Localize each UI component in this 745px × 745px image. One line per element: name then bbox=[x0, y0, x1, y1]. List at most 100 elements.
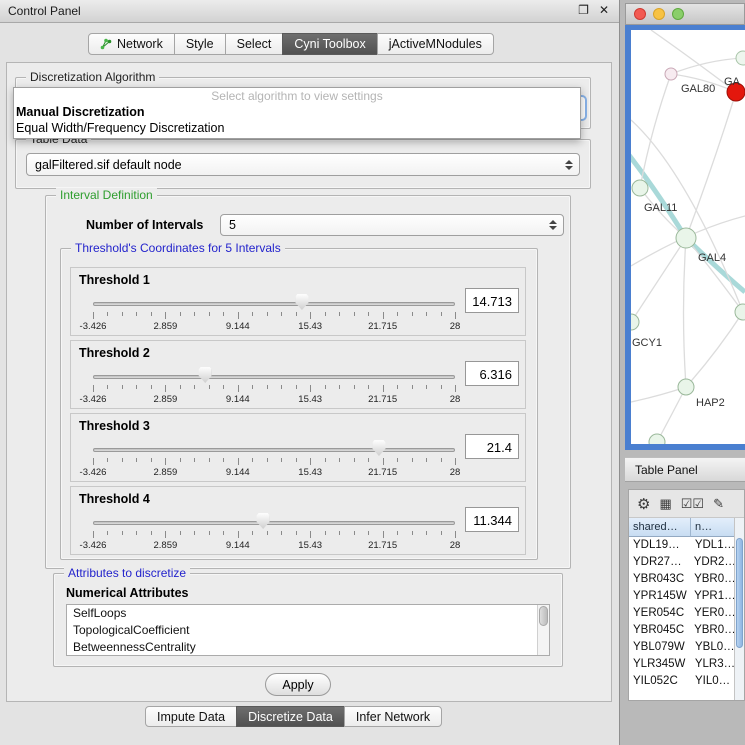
table-data-value: galFiltered.sif default node bbox=[27, 158, 182, 172]
table-row[interactable]: YIL052CYIL0… bbox=[629, 673, 735, 690]
top-tab-bar: NetworkStyleSelect Cyni Toolbox jActiveMNo… bbox=[88, 33, 494, 55]
tab-cyni-toolbox[interactable]: Cyni Toolbox bbox=[282, 33, 377, 55]
network-edge[interactable] bbox=[640, 74, 671, 188]
network-graph[interactable]: GAL80GAGAL11GAL4GCY1HAP2 bbox=[631, 30, 745, 444]
slider-track[interactable] bbox=[93, 521, 455, 525]
table-row[interactable]: YER054CYER0… bbox=[629, 605, 735, 622]
network-view-window: GAL80GAGAL11GAL4GCY1HAP2 bbox=[625, 3, 745, 450]
threshold-value-field[interactable]: 11.344 bbox=[465, 507, 519, 532]
table-row[interactable]: YDR27…YDR2… bbox=[629, 554, 735, 571]
network-node[interactable] bbox=[678, 379, 694, 395]
network-node[interactable] bbox=[632, 180, 648, 196]
tab-label: Impute Data bbox=[157, 710, 225, 724]
network-selected-frame: GAL80GAGAL11GAL4GCY1HAP2 bbox=[625, 25, 745, 450]
network-canvas[interactable]: GAL80GAGAL11GAL4GCY1HAP2 bbox=[631, 30, 745, 444]
close-icon[interactable]: ✕ bbox=[599, 3, 609, 17]
node-label: GAL4 bbox=[698, 252, 726, 264]
network-edge[interactable] bbox=[686, 238, 743, 312]
number-of-intervals-combobox[interactable]: 5 bbox=[220, 214, 564, 236]
tab-infer-network[interactable]: Infer Network bbox=[344, 706, 442, 727]
network-edge[interactable] bbox=[686, 92, 736, 238]
slider-track[interactable] bbox=[93, 302, 455, 306]
tab-label: Infer Network bbox=[356, 710, 430, 724]
columns-icon[interactable]: ▦ bbox=[659, 496, 671, 512]
table-cell: YDR2… bbox=[690, 554, 735, 571]
table-data-combobox[interactable]: galFiltered.sif default node bbox=[26, 153, 580, 176]
column-header[interactable]: shared… bbox=[629, 518, 691, 537]
float-window-icon[interactable]: ❐ bbox=[578, 3, 589, 17]
attributes-scrollbar[interactable] bbox=[537, 605, 549, 655]
network-node[interactable] bbox=[649, 434, 665, 444]
threshold-slider[interactable]: -3.4262.8599.14415.4321.71528 bbox=[93, 438, 455, 480]
table-cell: YDL19… bbox=[629, 537, 691, 554]
network-edge[interactable] bbox=[686, 238, 745, 292]
table-cell: YPR145W bbox=[629, 588, 690, 605]
network-node[interactable] bbox=[676, 228, 696, 248]
combo-stepper-icon bbox=[563, 154, 574, 175]
network-node[interactable] bbox=[735, 304, 745, 320]
network-edge[interactable] bbox=[631, 387, 686, 402]
table-row[interactable]: YBR043CYBR0… bbox=[629, 571, 735, 588]
slider-thumb[interactable] bbox=[372, 440, 385, 456]
table-cell: YBL079W bbox=[629, 639, 691, 656]
threshold-value-field[interactable]: 21.4 bbox=[465, 434, 519, 459]
tab-style[interactable]: Style bbox=[174, 33, 226, 55]
table-scrollbar[interactable] bbox=[734, 518, 744, 700]
tab-label: jActiveMNodules bbox=[389, 37, 482, 51]
network-node[interactable] bbox=[631, 314, 639, 330]
table-row[interactable]: YDL19…YDL1… bbox=[629, 537, 735, 554]
network-edge[interactable] bbox=[684, 238, 687, 387]
threshold-panel: Threshold 4-3.4262.8599.14415.4321.71528… bbox=[70, 486, 526, 555]
gear-icon[interactable]: ⚙ bbox=[637, 495, 650, 513]
network-edge[interactable] bbox=[631, 120, 743, 312]
network-node[interactable] bbox=[736, 51, 745, 65]
list-item[interactable]: BetweennessCentrality bbox=[67, 639, 549, 656]
popup-option-manual-discretization[interactable]: Manual Discretization bbox=[14, 104, 580, 120]
slider-track[interactable] bbox=[93, 448, 455, 452]
tab-discretize-data[interactable]: Discretize Data bbox=[236, 706, 345, 727]
table-panel-header[interactable]: Table Panel bbox=[625, 457, 745, 482]
tab-label: Cyni Toolbox bbox=[294, 37, 365, 51]
network-edge[interactable] bbox=[657, 387, 686, 442]
list-item[interactable]: SelfLoops bbox=[67, 605, 549, 622]
network-edge[interactable] bbox=[686, 312, 743, 387]
table-row[interactable]: YBL079WYBL0… bbox=[629, 639, 735, 656]
tab-select[interactable]: Select bbox=[225, 33, 284, 55]
table-scrollbar-thumb[interactable] bbox=[736, 538, 743, 648]
threshold-slider[interactable]: -3.4262.8599.14415.4321.71528 bbox=[93, 511, 455, 553]
slider-thumb[interactable] bbox=[257, 513, 270, 529]
threshold-value-field[interactable]: 6.316 bbox=[465, 361, 519, 386]
slider-thumb[interactable] bbox=[295, 294, 308, 310]
edit-icon[interactable]: ✎ bbox=[713, 496, 724, 512]
network-window-titlebar[interactable] bbox=[625, 3, 745, 25]
column-header[interactable]: n… bbox=[691, 518, 735, 537]
tab-impute-data[interactable]: Impute Data bbox=[145, 706, 237, 727]
apply-button[interactable]: Apply bbox=[265, 673, 331, 696]
close-traffic-light-icon[interactable] bbox=[634, 8, 646, 20]
threshold-value-field[interactable]: 14.713 bbox=[465, 288, 519, 313]
numerical-attributes-list[interactable]: SelfLoopsTopologicalCoefficientBetweenne… bbox=[66, 604, 550, 656]
zoom-traffic-light-icon[interactable] bbox=[672, 8, 684, 20]
table-row[interactable]: YLR345WYLR3… bbox=[629, 656, 735, 673]
network-edge[interactable] bbox=[671, 58, 743, 74]
popup-option-equal-width[interactable]: Equal Width/Frequency Discretization bbox=[14, 120, 580, 136]
network-node[interactable] bbox=[665, 68, 677, 80]
threshold-slider[interactable]: -3.4262.8599.14415.4321.71528 bbox=[93, 365, 455, 407]
select-all-icon[interactable]: ☑☑ bbox=[681, 496, 704, 512]
interval-definition-group: Interval Definition Number of Intervals … bbox=[45, 195, 571, 569]
table-row[interactable]: YBR045CYBR0… bbox=[629, 622, 735, 639]
minimize-traffic-light-icon[interactable] bbox=[653, 8, 665, 20]
slider-thumb[interactable] bbox=[199, 367, 212, 383]
slider-tick-marks bbox=[93, 385, 455, 393]
slider-track[interactable] bbox=[93, 375, 455, 379]
threshold-panel: Threshold 3-3.4262.8599.14415.4321.71528… bbox=[70, 413, 526, 482]
table-row[interactable]: YPR145WYPR1… bbox=[629, 588, 735, 605]
tab-jactivemnodules[interactable]: jActiveMNodules bbox=[377, 33, 494, 55]
window-title: Control Panel bbox=[8, 4, 81, 18]
threshold-slider[interactable]: -3.4262.8599.14415.4321.71528 bbox=[93, 292, 455, 334]
control-panel-titlebar: Control Panel ❐ ✕ bbox=[0, 0, 619, 23]
scrollbar-thumb[interactable] bbox=[539, 606, 548, 626]
list-item[interactable]: TopologicalCoefficient bbox=[67, 622, 549, 639]
tab-network[interactable]: Network bbox=[88, 33, 175, 55]
threshold-label: Threshold 2 bbox=[79, 346, 150, 360]
